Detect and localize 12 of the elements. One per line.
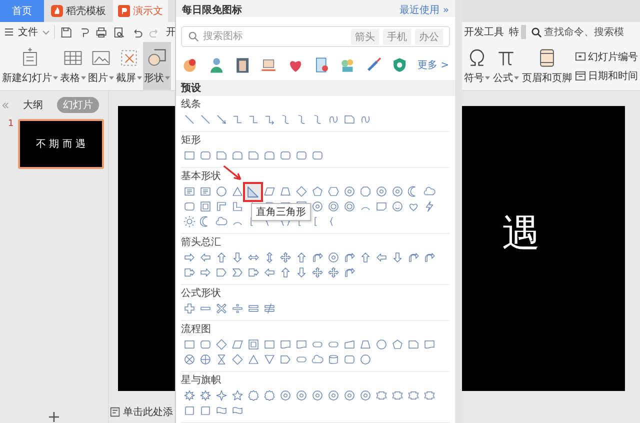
panel-title: 每日限免图标 (182, 4, 242, 17)
tooltip: 直角三角形 (251, 203, 311, 221)
category-title: 矩形 (181, 134, 201, 148)
slide-number: 1 (8, 119, 14, 131)
category-title: 基本形状 (181, 170, 221, 184)
section-header: 预设 (176, 80, 455, 96)
category-title: 流程图 (181, 323, 211, 337)
category-title: 线条 (181, 98, 201, 112)
category-title: 箭头总汇 (181, 236, 221, 250)
slide-text: 遇 (502, 210, 540, 257)
category-title: 星与旗帜 (181, 374, 221, 388)
category-title: 公式形状 (181, 287, 221, 301)
